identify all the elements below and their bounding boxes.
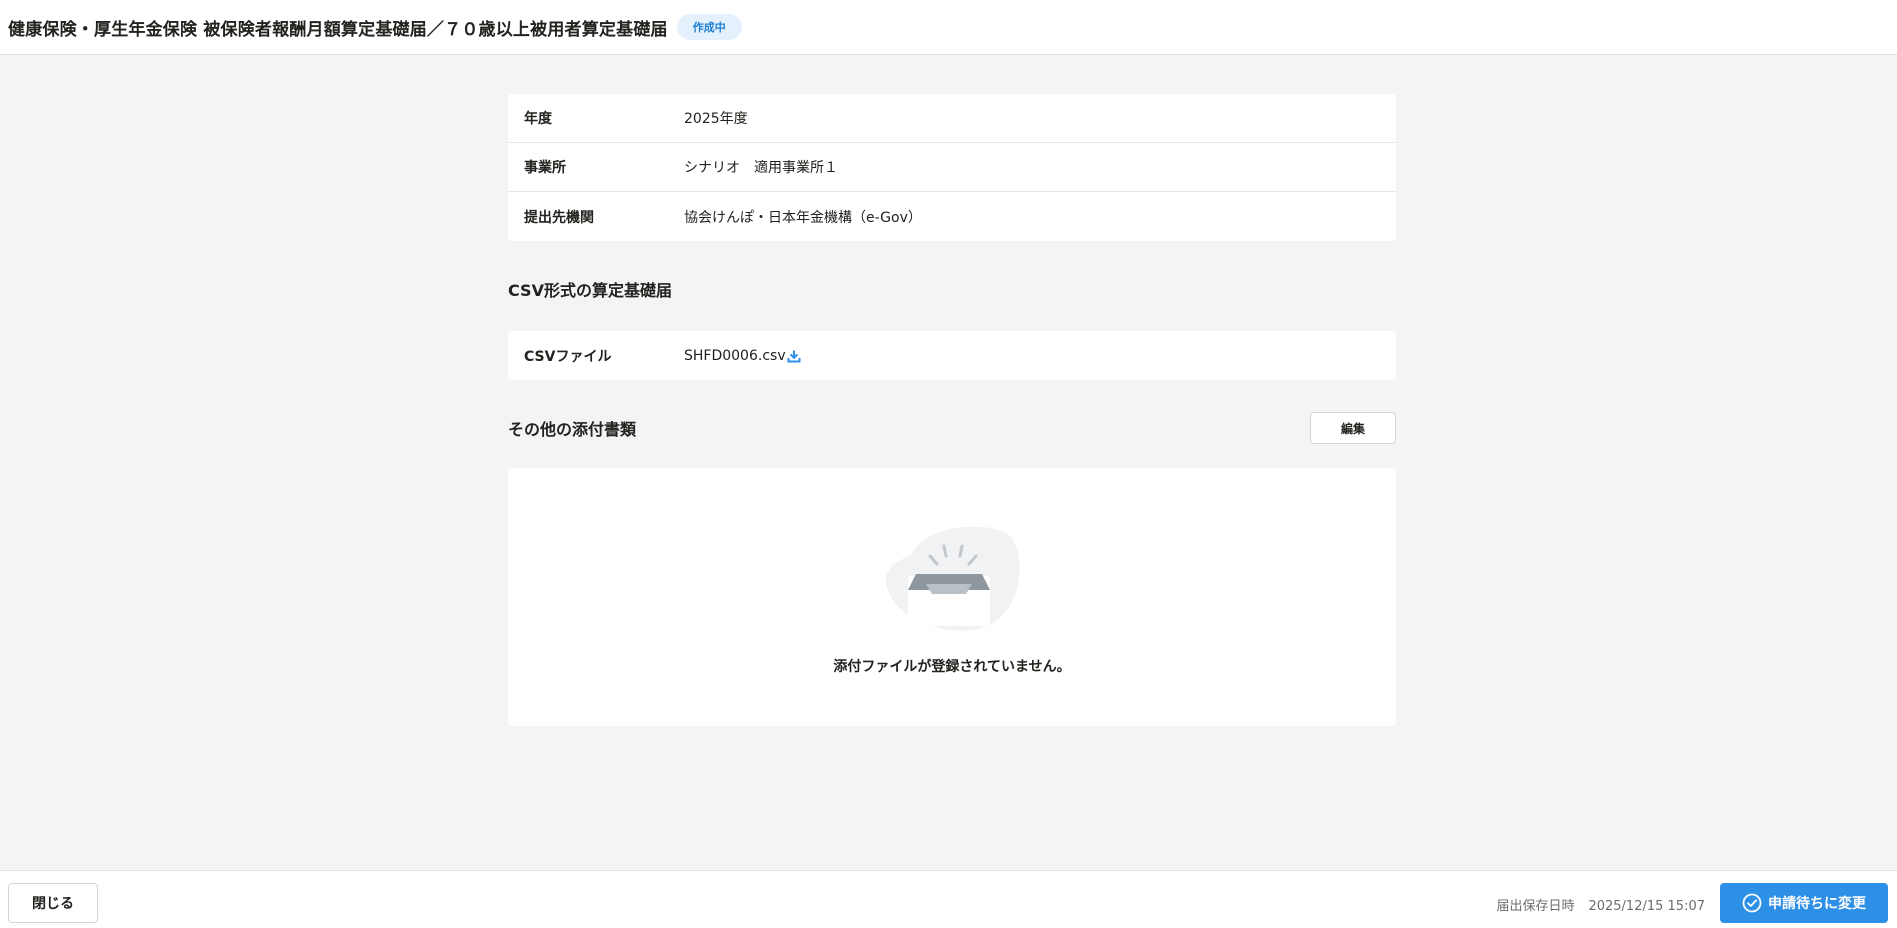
csv-card: CSVファイル SHFD0006.csv: [508, 331, 1396, 380]
saved-value: 2025/12/15 15:07: [1588, 899, 1705, 914]
info-label: 提出先機関: [524, 209, 594, 226]
info-value: 協会けんぽ・日本年金機構（e-Gov）: [684, 209, 922, 226]
empty-message: 添付ファイルが登録されていません。: [833, 659, 1071, 675]
info-card: 年度 2025年度 事業所 シナリオ 適用事業所１ 提出先機関 協会けんぽ・日本…: [508, 94, 1396, 241]
check-circle-icon: [1742, 893, 1762, 913]
main-content: 年度 2025年度 事業所 シナリオ 適用事業所１ 提出先機関 協会けんぽ・日本…: [508, 94, 1396, 726]
info-row-office: 事業所 シナリオ 適用事業所１: [508, 143, 1396, 192]
close-button[interactable]: 閉じる: [8, 883, 98, 923]
page-footer: 閉じる 届出保存日時 2025/12/15 15:07 申請待ちに変更: [0, 870, 1897, 928]
download-icon: [787, 350, 801, 362]
saved-info: 届出保存日時 2025/12/15 15:07: [1496, 895, 1705, 914]
csv-section-title: CSV形式の算定基礎届: [508, 281, 672, 300]
attachments-header: その他の添付書類 編集: [508, 412, 1396, 444]
page-title: 健康保険・厚生年金保険 被保険者報酬月額算定基礎届／７０歳以上被用者算定基礎届: [8, 19, 668, 40]
attachments-empty-card: 添付ファイルが登録されていません。: [508, 468, 1396, 726]
info-value: シナリオ 適用事業所１: [684, 160, 838, 176]
edit-button[interactable]: 編集: [1310, 412, 1396, 444]
submit-button[interactable]: 申請待ちに変更: [1720, 883, 1888, 923]
submit-label: 申請待ちに変更: [1768, 896, 1866, 912]
info-row-year: 年度 2025年度: [508, 94, 1396, 143]
info-label: 事業所: [524, 160, 566, 176]
empty-inbox-icon: [885, 526, 1020, 631]
saved-label: 届出保存日時: [1496, 899, 1575, 914]
csv-download-link[interactable]: SHFD0006.csv: [684, 348, 801, 364]
page-header: 健康保険・厚生年金保険 被保険者報酬月額算定基礎届／７０歳以上被用者算定基礎届 …: [0, 0, 1897, 55]
attachments-title: その他の添付書類: [508, 420, 637, 439]
info-label: CSVファイル: [524, 348, 612, 365]
info-row-agency: 提出先機関 協会けんぽ・日本年金機構（e-Gov）: [508, 192, 1396, 241]
info-value: 2025年度: [684, 111, 748, 127]
info-row-csv: CSVファイル SHFD0006.csv: [508, 331, 1396, 380]
status-badge: 作成中: [676, 14, 742, 40]
csv-file-name: SHFD0006.csv: [684, 347, 786, 364]
info-label: 年度: [524, 111, 552, 127]
